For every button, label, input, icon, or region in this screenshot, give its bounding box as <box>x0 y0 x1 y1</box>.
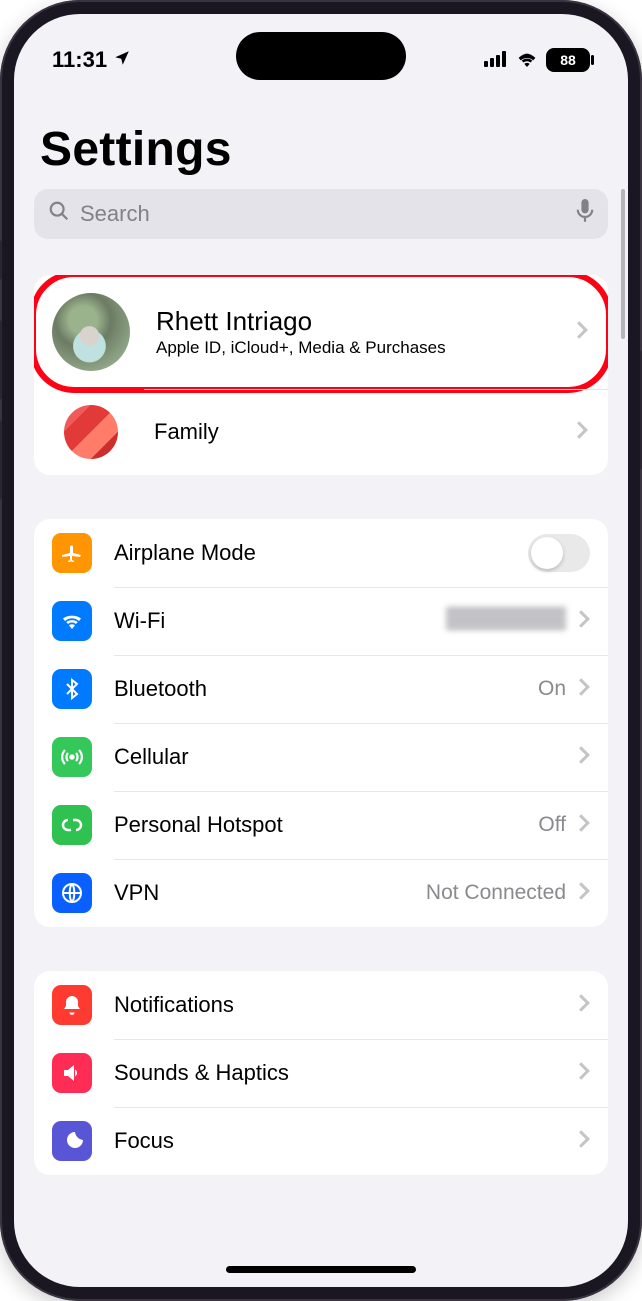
wifi-row[interactable]: Wi-Fi <box>34 587 608 655</box>
search-input[interactable]: Search <box>34 189 608 239</box>
silent-switch <box>0 240 2 280</box>
cellular-icon <box>52 737 92 777</box>
row-label: Focus <box>114 1128 174 1154</box>
airplane-icon <box>52 533 92 573</box>
airplane-mode-row[interactable]: Airplane Mode <box>34 519 608 587</box>
sounds-haptics-row[interactable]: Sounds & Haptics <box>34 1039 608 1107</box>
chevron-right-icon <box>576 421 588 444</box>
row-label: Notifications <box>114 992 234 1018</box>
connectivity-group: Airplane Mode Wi-Fi <box>34 519 608 927</box>
profile-subtitle: Apple ID, iCloud+, Media & Purchases <box>156 337 446 358</box>
chevron-right-icon <box>578 1130 590 1153</box>
chevron-right-icon <box>578 610 590 633</box>
hotspot-value: Off <box>538 813 566 837</box>
family-avatar <box>64 405 118 459</box>
scroll-indicator[interactable] <box>621 189 625 339</box>
phone-frame: 11:31 <box>0 0 642 1301</box>
profile-name: Rhett Intriago <box>156 306 446 337</box>
chevron-right-icon <box>578 994 590 1017</box>
cellular-signal-icon <box>484 47 508 73</box>
cellular-row[interactable]: Cellular <box>34 723 608 791</box>
bluetooth-row[interactable]: Bluetooth On <box>34 655 608 723</box>
chevron-right-icon <box>578 882 590 905</box>
vpn-icon <box>52 873 92 913</box>
search-placeholder: Search <box>80 201 150 227</box>
row-label: Cellular <box>114 744 189 770</box>
vpn-value: Not Connected <box>426 881 566 905</box>
personal-hotspot-row[interactable]: Personal Hotspot Off <box>34 791 608 859</box>
profile-group: Rhett Intriago Apple ID, iCloud+, Media … <box>34 275 608 475</box>
row-label: Sounds & Haptics <box>114 1060 289 1086</box>
row-label: Bluetooth <box>114 676 207 702</box>
bluetooth-icon <box>52 669 92 709</box>
wifi-icon <box>516 47 538 73</box>
row-label: Wi-Fi <box>114 608 165 634</box>
row-label: Personal Hotspot <box>114 812 283 838</box>
dynamic-island <box>236 32 406 80</box>
volume-down-button <box>0 420 2 500</box>
apple-id-row[interactable]: Rhett Intriago Apple ID, iCloud+, Media … <box>34 275 608 389</box>
location-icon <box>113 47 131 73</box>
wifi-icon <box>52 601 92 641</box>
family-label: Family <box>154 419 219 445</box>
screen: 11:31 <box>14 14 628 1287</box>
profile-avatar <box>52 293 130 371</box>
chevron-right-icon <box>576 321 588 344</box>
page-title: Settings <box>34 122 608 177</box>
status-time: 11:31 <box>52 47 107 73</box>
search-icon <box>48 200 70 228</box>
home-indicator[interactable] <box>226 1266 416 1273</box>
volume-up-button <box>0 320 2 400</box>
battery-percent: 88 <box>560 52 576 68</box>
sounds-icon <box>52 1053 92 1093</box>
airplane-toggle[interactable] <box>528 534 590 572</box>
chevron-right-icon <box>578 678 590 701</box>
chevron-right-icon <box>578 1062 590 1085</box>
microphone-icon[interactable] <box>576 199 594 229</box>
chevron-right-icon <box>578 746 590 769</box>
hotspot-icon <box>52 805 92 845</box>
row-label: VPN <box>114 880 159 906</box>
system-group: Notifications Sounds & Haptics <box>34 971 608 1175</box>
family-row[interactable]: Family <box>34 389 608 475</box>
row-label: Airplane Mode <box>114 540 256 566</box>
notifications-icon <box>52 985 92 1025</box>
focus-icon <box>52 1121 92 1161</box>
bluetooth-value: On <box>538 677 566 701</box>
wifi-value <box>446 606 566 636</box>
focus-row[interactable]: Focus <box>34 1107 608 1175</box>
notifications-row[interactable]: Notifications <box>34 971 608 1039</box>
vpn-row[interactable]: VPN Not Connected <box>34 859 608 927</box>
battery-indicator: 88 <box>546 48 590 72</box>
chevron-right-icon <box>578 814 590 837</box>
